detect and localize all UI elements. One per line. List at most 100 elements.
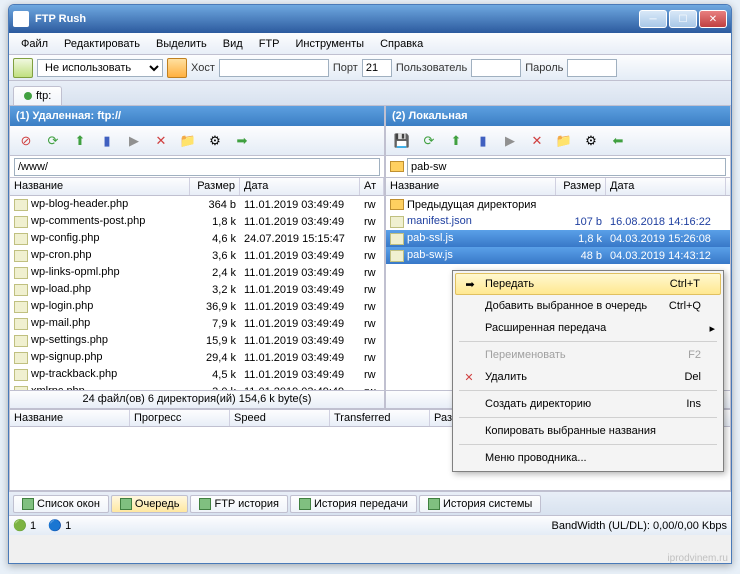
cm-delete[interactable]: ✕ Удалить Del — [455, 366, 721, 388]
bookmark-icon[interactable]: ▮ — [471, 129, 495, 153]
tab-ftp-history[interactable]: FTP история — [190, 495, 288, 513]
pass-input[interactable] — [567, 59, 617, 77]
transfer-icon[interactable]: ➡ — [230, 129, 254, 153]
qcol-transferred[interactable]: Transferred — [330, 410, 430, 426]
options-icon[interactable]: ⚙ — [579, 129, 603, 153]
new-connection-icon[interactable] — [13, 58, 33, 78]
col-size[interactable]: Размер — [190, 178, 240, 195]
parent-dir-row[interactable]: Предыдущая директория — [386, 196, 730, 213]
remote-pane: (1) Удаленная: ftp:// ⊘ ⟳ ⬆ ▮ ▶ ✕ 📁 ⚙ ➡ … — [9, 105, 385, 409]
col-name[interactable]: Название — [10, 178, 190, 195]
file-icon — [390, 250, 404, 262]
file-row[interactable]: wp-load.php3,2 k11.01.2019 03:49:49rw — [10, 281, 384, 298]
drives-icon[interactable]: 💾 — [390, 129, 414, 153]
transfer-icon[interactable]: ⬅ — [606, 129, 630, 153]
connection-toolbar: Не использовать Хост Порт Пользователь П… — [9, 55, 731, 81]
folder-icon[interactable]: 📁 — [552, 129, 576, 153]
refresh-icon[interactable]: ⟳ — [41, 129, 65, 153]
play-icon[interactable]: ▶ — [498, 129, 522, 153]
file-row[interactable]: pab-ssl.js1,8 k04.03.2019 15:26:08 — [386, 230, 730, 247]
file-row[interactable]: wp-comments-post.php1,8 k11.01.2019 03:4… — [10, 213, 384, 230]
disconnect-icon[interactable]: ⊘ — [14, 129, 38, 153]
remote-path-input[interactable] — [14, 158, 380, 176]
local-path-input[interactable] — [407, 158, 726, 176]
qcol-name[interactable]: Название — [10, 410, 130, 426]
file-icon — [14, 233, 28, 245]
status-value-1: 1 — [30, 520, 36, 532]
cm-transfer[interactable]: ➡ Передать Ctrl+T — [455, 273, 721, 295]
titlebar[interactable]: FTP Rush ─ ☐ ✕ — [9, 5, 731, 33]
file-icon — [14, 335, 28, 347]
up-icon[interactable]: ⬆ — [444, 129, 468, 153]
statusbar: 🟢1 🔵1 BandWidth (UL/DL): 0,00/0,00 Kbps — [9, 515, 731, 535]
delete-icon[interactable]: ✕ — [525, 129, 549, 153]
file-row[interactable]: wp-cron.php3,6 k11.01.2019 03:49:49rw — [10, 247, 384, 264]
file-row[interactable]: wp-trackback.php4,5 k11.01.2019 03:49:49… — [10, 366, 384, 383]
file-row[interactable]: wp-signup.php29,4 k11.01.2019 03:49:49rw — [10, 349, 384, 366]
bandwidth-label: BandWidth (UL/DL): 0,00/0,00 Kbps — [552, 520, 727, 532]
tab-windows[interactable]: Список окон — [13, 495, 109, 513]
file-row[interactable]: wp-settings.php15,9 k11.01.2019 03:49:49… — [10, 332, 384, 349]
refresh-icon[interactable]: ⟳ — [417, 129, 441, 153]
col-date[interactable]: Дата — [240, 178, 360, 195]
qcol-speed[interactable]: Speed — [230, 410, 330, 426]
minimize-button[interactable]: ─ — [639, 10, 667, 28]
file-row[interactable]: xmlrpc.php3,0 k11.01.2019 03:49:49rw — [10, 383, 384, 390]
menu-ftp[interactable]: FTP — [251, 35, 288, 53]
cm-mkdir[interactable]: Создать директорию Ins — [455, 393, 721, 415]
menu-tools[interactable]: Инструменты — [287, 35, 372, 53]
local-pane-header[interactable]: (2) Локальная — [386, 106, 730, 126]
file-row[interactable]: pab-sw.js48 b04.03.2019 14:43:12 — [386, 247, 730, 264]
tab-label: ftp: — [36, 90, 51, 102]
menu-edit[interactable]: Редактировать — [56, 35, 148, 53]
menubar: Файл Редактировать Выделить Вид FTP Инст… — [9, 33, 731, 55]
file-row[interactable]: wp-login.php36,9 k11.01.2019 03:49:49rw — [10, 298, 384, 315]
file-icon — [14, 369, 28, 381]
connect-icon[interactable] — [167, 58, 187, 78]
col-size[interactable]: Размер — [556, 178, 606, 195]
remote-status: 24 файл(ов) 6 директория(ий) 154,6 k byt… — [10, 390, 384, 408]
maximize-button[interactable]: ☐ — [669, 10, 697, 28]
user-input[interactable] — [471, 59, 521, 77]
remote-pane-header[interactable]: (1) Удаленная: ftp:// — [10, 106, 384, 126]
file-row[interactable]: wp-links-opml.php2,4 k11.01.2019 03:49:4… — [10, 264, 384, 281]
up-icon[interactable]: ⬆ — [68, 129, 92, 153]
file-row[interactable]: wp-mail.php7,9 k11.01.2019 03:49:49rw — [10, 315, 384, 332]
tab-transfer-history[interactable]: История передачи — [290, 495, 417, 513]
remote-toolbar: ⊘ ⟳ ⬆ ▮ ▶ ✕ 📁 ⚙ ➡ — [10, 126, 384, 156]
folder-icon[interactable]: 📁 — [176, 129, 200, 153]
delete-icon[interactable]: ✕ — [149, 129, 173, 153]
col-date[interactable]: Дата — [606, 178, 726, 195]
context-menu: ➡ Передать Ctrl+T Добавить выбранное в о… — [452, 270, 724, 472]
remote-file-list[interactable]: wp-blog-header.php364 b11.01.2019 03:49:… — [10, 196, 384, 390]
play-icon[interactable]: ▶ — [122, 129, 146, 153]
close-button[interactable]: ✕ — [699, 10, 727, 28]
port-input[interactable] — [362, 59, 392, 77]
tab-system-history[interactable]: История системы — [419, 495, 541, 513]
cm-advanced[interactable]: Расширенная передача ▸ — [455, 317, 721, 339]
cm-copy-names[interactable]: Копировать выбранные названия — [455, 420, 721, 442]
bookmark-icon[interactable]: ▮ — [95, 129, 119, 153]
separator — [459, 417, 717, 418]
menu-select[interactable]: Выделить — [148, 35, 215, 53]
file-row[interactable]: wp-config.php4,6 k24.07.2019 15:15:47rw — [10, 230, 384, 247]
app-icon — [13, 11, 29, 27]
connection-tab[interactable]: ftp: — [13, 86, 62, 105]
col-attr[interactable]: Ат — [360, 178, 384, 195]
menu-file[interactable]: Файл — [13, 35, 56, 53]
delete-icon: ✕ — [461, 369, 477, 385]
col-name[interactable]: Название — [386, 178, 556, 195]
profile-select[interactable]: Не использовать — [37, 59, 163, 77]
qcol-progress[interactable]: Прогресс — [130, 410, 230, 426]
tab-queue[interactable]: Очередь — [111, 495, 189, 513]
menu-help[interactable]: Справка — [372, 35, 431, 53]
host-input[interactable] — [219, 59, 329, 77]
file-row[interactable]: wp-blog-header.php364 b11.01.2019 03:49:… — [10, 196, 384, 213]
file-row[interactable]: manifest.json107 b16.08.2018 14:16:22 — [386, 213, 730, 230]
indicator-icon: 🔵 — [48, 519, 62, 533]
cm-queue[interactable]: Добавить выбранное в очередь Ctrl+Q — [455, 295, 721, 317]
shortcut: Ctrl+T — [670, 278, 700, 290]
menu-view[interactable]: Вид — [215, 35, 251, 53]
cm-explorer[interactable]: Меню проводника... — [455, 447, 721, 469]
options-icon[interactable]: ⚙ — [203, 129, 227, 153]
